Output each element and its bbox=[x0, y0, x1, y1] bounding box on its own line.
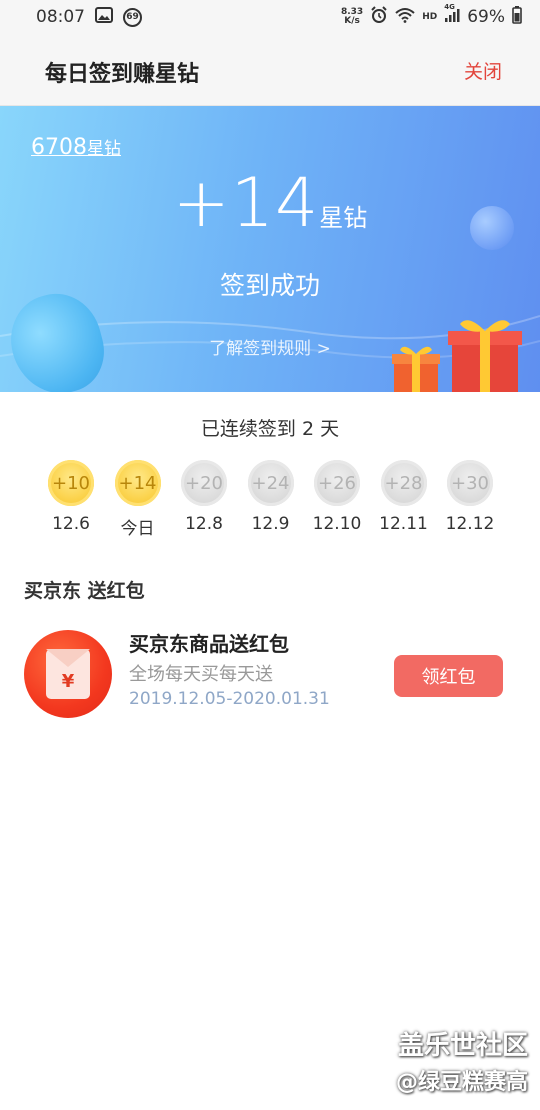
day-label: 12.12 bbox=[445, 514, 495, 534]
checkin-day: +24 12.9 bbox=[238, 460, 304, 539]
battery-percent: 69% bbox=[467, 7, 505, 27]
coin-icon: +20 bbox=[181, 460, 227, 506]
status-bar: 08:07 69 8.33 K/s HD 4G 69% bbox=[0, 0, 540, 34]
page-title: 每日签到赚星钻 bbox=[45, 62, 200, 87]
star-diamond-balance[interactable]: 6708星钻 bbox=[31, 134, 121, 160]
coin-icon: +28 bbox=[380, 460, 427, 506]
watermark-author: @绿豆糕赛高 bbox=[395, 1070, 528, 1095]
day-label: 12.9 bbox=[251, 514, 290, 534]
battery-icon bbox=[512, 5, 522, 29]
yen-symbol: ¥ bbox=[61, 671, 75, 692]
balance-unit: 星钻 bbox=[87, 139, 121, 159]
coin-icon: +14 bbox=[114, 460, 161, 506]
coin-icon: +26 bbox=[314, 460, 360, 506]
promo-date-range: 2019.12.05-2020.01.31 bbox=[129, 689, 330, 709]
red-envelope-icon: ¥ bbox=[24, 630, 112, 718]
promo-subtitle: 全场每天买每天送 bbox=[129, 664, 273, 685]
reward-value: +14 bbox=[172, 164, 320, 243]
checkin-day: +26 12.10 bbox=[304, 460, 370, 539]
day-label: 12.11 bbox=[379, 514, 428, 534]
section-title: 买京东 送红包 bbox=[24, 580, 145, 602]
cell-signal-icon: 4G bbox=[444, 3, 460, 28]
notification-count-icon: 69 bbox=[123, 7, 142, 27]
streak-text: 已连续签到 2 天 bbox=[200, 418, 340, 440]
network-speed: 8.33 K/s bbox=[341, 8, 363, 26]
envelope-flap bbox=[46, 649, 90, 667]
checkin-success-text: 签到成功 bbox=[219, 271, 320, 300]
checkin-calendar: +10 12.6 +14 今日 +20 12.8 +24 12.9 +26 12… bbox=[38, 460, 503, 539]
checkin-day: +28 12.11 bbox=[371, 460, 437, 539]
checkin-hero-banner: 6708星钻 +14星钻 签到成功 了解签到规则 > bbox=[0, 106, 540, 392]
promo-item: ¥ 买京东商品送红包 全场每天买每天送 2019.12.05-2020.01.3… bbox=[24, 628, 516, 720]
day-label: 12.10 bbox=[312, 514, 362, 534]
title-bar: 每日签到赚星钻 关闭 bbox=[0, 34, 540, 106]
hd-indicator: HD bbox=[422, 12, 438, 22]
checkin-day: +30 12.12 bbox=[437, 460, 503, 539]
checkin-reward: +14星钻 bbox=[0, 164, 540, 243]
coin-icon: +10 bbox=[48, 460, 94, 506]
checkin-rules-link[interactable]: 了解签到规则 > bbox=[0, 334, 540, 359]
balance-value: 6708 bbox=[31, 135, 87, 160]
gallery-notification-icon bbox=[95, 6, 113, 28]
network-speed-unit: K/s bbox=[344, 16, 360, 26]
notification-count: 69 bbox=[126, 12, 139, 22]
status-time: 08:07 bbox=[36, 7, 85, 27]
day-label: 今日 bbox=[120, 519, 155, 539]
promo-title: 买京东商品送红包 bbox=[129, 632, 289, 656]
coin-icon: +24 bbox=[247, 460, 294, 506]
close-button[interactable]: 关闭 bbox=[464, 57, 502, 84]
day-label: 12.8 bbox=[185, 514, 223, 534]
signal-tag: 4G bbox=[444, 2, 455, 11]
watermark-community: 盖乐世社区 bbox=[397, 1031, 528, 1061]
claim-red-envelope-button[interactable]: 领红包 bbox=[394, 655, 503, 697]
envelope-shape: ¥ bbox=[46, 649, 90, 699]
day-label: 12.6 bbox=[52, 514, 90, 534]
wifi-icon bbox=[395, 7, 415, 28]
coin-icon: +30 bbox=[447, 460, 493, 506]
reward-unit: 星钻 bbox=[319, 204, 368, 232]
checkin-day: +20 12.8 bbox=[171, 460, 237, 539]
checkin-day: +14 今日 bbox=[105, 460, 171, 539]
alarm-icon bbox=[370, 5, 388, 29]
checkin-day: +10 12.6 bbox=[38, 460, 104, 539]
